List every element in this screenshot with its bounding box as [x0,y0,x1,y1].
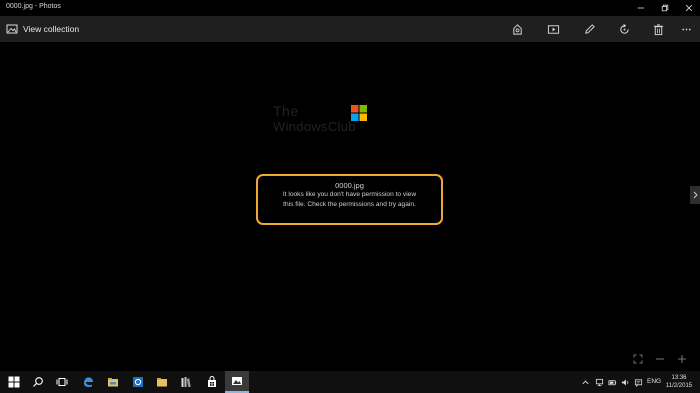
zoom-in-button[interactable] [675,352,689,366]
edit-button[interactable] [580,20,598,38]
edge-icon [83,377,93,388]
books-icon [181,377,191,388]
rotate-button[interactable] [615,20,633,38]
collection-icon[interactable] [6,23,18,35]
network-button[interactable] [594,376,604,388]
books-taskbar-button[interactable] [174,371,198,393]
battery-button[interactable] [607,376,617,388]
settings-taskbar-button[interactable] [126,371,150,393]
photos-icon [232,377,242,385]
file-explorer-icon [108,378,118,387]
rotate-icon [619,23,629,34]
clock-time: 13:36 [671,375,687,381]
share-button[interactable] [508,20,526,38]
minimize-button[interactable] [630,0,652,16]
action-center-button[interactable] [633,376,643,388]
next-image-button[interactable] [690,186,700,204]
task-view-icon [56,378,68,386]
watermark-line1: The [273,103,299,119]
chevron-right-icon [693,191,698,199]
error-filename: 0000.jpg [335,181,364,190]
plus-icon [678,355,686,363]
task-view-button[interactable] [50,371,74,393]
delete-icon [653,23,663,35]
restore-icon [661,4,669,12]
start-button[interactable] [2,371,26,393]
window-title: 0000.jpg - Photos [6,3,61,10]
battery-icon [607,379,616,385]
action-center-icon [634,378,642,387]
watermark-logo: The WindowsClub [273,103,373,139]
folder-taskbar-button[interactable] [150,371,174,393]
minus-icon [656,358,664,360]
chevron-up-icon [581,380,589,384]
input-language-indicator[interactable]: ENG [647,378,661,385]
show-hidden-icons-button[interactable] [580,376,590,388]
slideshow-button[interactable] [544,20,562,38]
fit-to-window-button[interactable] [631,352,645,366]
folder-icon [157,378,167,387]
error-line-1: It looks like you don't have permission … [282,191,417,198]
photos-taskbar-button[interactable] [225,371,249,393]
file-explorer-taskbar-button[interactable] [101,371,125,393]
zoom-out-button[interactable] [653,352,667,366]
windows-logo-icon [351,105,367,121]
more-button[interactable] [677,20,695,38]
volume-icon [621,378,628,386]
volume-button[interactable] [620,376,630,388]
network-icon [595,378,603,386]
close-button[interactable] [678,0,700,16]
slideshow-icon [547,24,559,34]
restore-button[interactable] [654,0,676,16]
store-icon [208,376,216,387]
store-taskbar-button[interactable] [200,371,224,393]
search-icon [33,377,43,387]
edge-taskbar-button[interactable] [76,371,100,393]
delete-button[interactable] [649,20,667,38]
clock-date: 11/2/2015 [665,383,693,389]
view-collection-button[interactable]: View collection [23,24,79,34]
watermark-line2: WindowsClub [273,119,356,134]
app-toolbar: View collection [0,16,700,42]
error-line-2: this file. Check the permissions and try… [283,200,416,208]
minimize-icon [637,7,645,9]
more-icon [681,28,691,30]
edit-pencil-icon [584,23,595,34]
taskbar: ENG 13:36 11/2/2015 [0,371,700,393]
fit-screen-icon [633,354,643,364]
title-bar: 0000.jpg - Photos [0,0,700,16]
system-clock[interactable]: 13:36 11/2/2015 [664,374,694,390]
settings-icon [133,377,143,387]
share-icon [512,23,522,35]
close-icon [685,4,693,12]
permission-error-message: 0000.jpg It looks like you don't have pe… [256,174,443,225]
search-button[interactable] [26,371,50,393]
start-icon [8,376,20,388]
